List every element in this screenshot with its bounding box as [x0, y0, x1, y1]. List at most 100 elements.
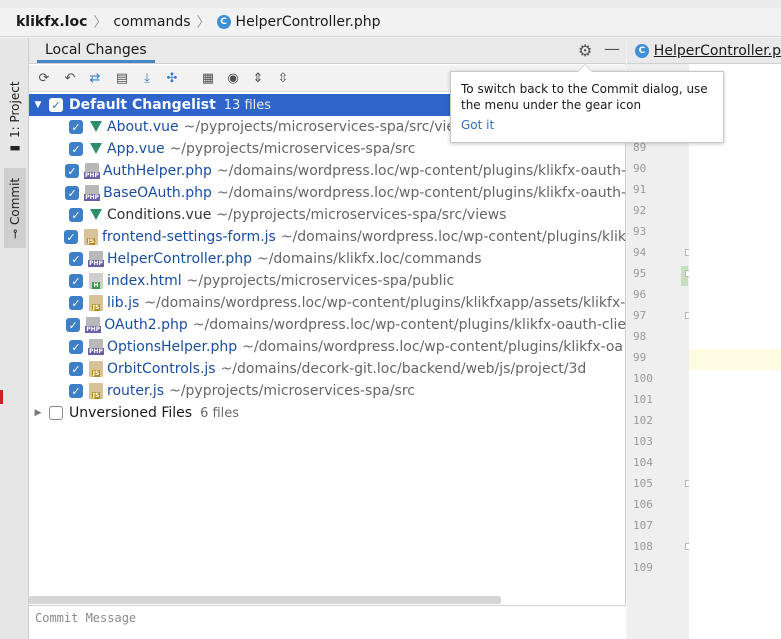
- expand-all-icon[interactable]: ⇕: [249, 70, 267, 88]
- file-row[interactable]: ✓ JS router.js ~/pyprojects/microservices-s…: [29, 380, 626, 402]
- file-checkbox[interactable]: ✓: [69, 384, 83, 398]
- line-number: 108: [633, 540, 653, 553]
- file-row[interactable]: ✓ PHP OAuth2.php ~/domains/wordpress.loc/wp…: [29, 314, 626, 336]
- file-row[interactable]: ✓ PHP HelperController.php ~/domains/klikfx…: [29, 248, 626, 270]
- file-name: router.js: [107, 383, 165, 399]
- line-number: 96: [633, 288, 647, 301]
- breadcrumb-folder[interactable]: commands: [113, 14, 190, 30]
- project-tab-label: 1: Project: [8, 81, 22, 139]
- file-path: ~/domains/klikfx.loc/commands: [256, 251, 482, 267]
- collapse-all-icon[interactable]: ⇳: [274, 70, 292, 88]
- html-file-icon: H: [89, 273, 103, 289]
- breadcrumb-file[interactable]: HelperController.php: [236, 14, 381, 30]
- file-path: ~/domains/wordpress.loc/wp-content/plugi…: [242, 339, 623, 355]
- file-path: ~/domains/wordpress.loc/wp-content/plugi…: [144, 295, 626, 311]
- move-changelist-icon[interactable]: ✣: [163, 70, 181, 88]
- line-number: 99: [633, 351, 647, 364]
- file-checkbox[interactable]: ✓: [69, 252, 83, 266]
- file-checkbox[interactable]: ✓: [64, 164, 79, 178]
- horizontal-scrollbar[interactable]: [29, 596, 501, 604]
- file-name: AuthHelper.php: [102, 163, 212, 179]
- error-marker: [0, 390, 3, 404]
- unversioned-count: 6 files: [200, 405, 240, 421]
- commit-message-field[interactable]: Commit Message: [29, 605, 626, 639]
- minimize-icon[interactable]: —: [604, 39, 620, 58]
- changelist-checkbox[interactable]: ✓: [49, 98, 63, 112]
- preview-eye-icon[interactable]: ◉: [224, 70, 242, 88]
- panel-header: Local Changes ⚙ —: [29, 38, 626, 64]
- left-tool-strip: ▬ 1: Project ⊸ Commit: [0, 38, 29, 639]
- editor-tab-label: HelperController.p: [653, 42, 781, 59]
- line-number: 101: [633, 393, 653, 406]
- file-name: BaseOAuth.php: [103, 185, 212, 201]
- changelist-count: 13 files: [223, 97, 272, 113]
- file-name: OAuth2.php: [104, 317, 188, 333]
- line-number: 103: [633, 435, 653, 448]
- breadcrumb-separator: 〉: [196, 15, 211, 31]
- file-checkbox[interactable]: ✓: [63, 230, 78, 244]
- tab-local-changes[interactable]: Local Changes: [37, 38, 155, 63]
- commit-tool-tab[interactable]: ⊸ Commit: [4, 168, 26, 248]
- file-row[interactable]: ✓ PHP AuthHelper.php ~/domains/wordpress.lo…: [29, 160, 626, 182]
- php-file-icon: PHP: [84, 163, 100, 179]
- file-name: OptionsHelper.php: [107, 339, 238, 355]
- group-by-icon[interactable]: ▦: [199, 70, 217, 88]
- file-row[interactable]: ✓ JS OrbitControls.js ~/domains/decork-git.…: [29, 358, 626, 380]
- file-path: ~/domains/wordpress.loc/wp-content/plugi…: [216, 163, 626, 179]
- file-row[interactable]: ✓ Hindex.html ~/pyprojects/microservices-s…: [29, 270, 626, 292]
- collapse-arrow-icon[interactable]: ▶: [33, 408, 43, 418]
- line-number: 100: [633, 372, 653, 385]
- php-class-icon: C: [216, 15, 231, 29]
- changelist-label: Default Changelist: [69, 97, 216, 113]
- got-it-link[interactable]: Got it: [461, 117, 713, 133]
- file-name: lib.js: [107, 295, 140, 311]
- file-row[interactable]: ✓ Conditions.vue ~/pyprojects/microservice…: [29, 204, 626, 226]
- file-row[interactable]: ✓ JS frontend-settings-form.js ~/domains/wo…: [29, 226, 626, 248]
- line-number: 109: [633, 561, 653, 574]
- menu-bar: [0, 0, 781, 8]
- breadcrumb-project[interactable]: klikfx.loc: [16, 14, 87, 30]
- file-checkbox[interactable]: ✓: [69, 362, 83, 376]
- file-checkbox[interactable]: ✓: [69, 340, 83, 354]
- file-checkbox[interactable]: ✓: [69, 142, 83, 156]
- php-file-icon: PHP: [88, 251, 104, 267]
- file-checkbox[interactable]: ✓: [65, 186, 80, 200]
- js-file-icon: JS: [89, 295, 103, 311]
- file-name: App.vue: [107, 141, 165, 157]
- refresh-icon[interactable]: ⟳: [35, 70, 53, 88]
- file-path: ~/pyprojects/microservices-spa/public: [186, 273, 455, 289]
- code-area[interactable]: [689, 64, 781, 639]
- project-tool-tab[interactable]: ▬ 1: Project: [4, 80, 26, 158]
- editor-tab[interactable]: C HelperController.p: [627, 38, 781, 64]
- file-checkbox[interactable]: ✓: [69, 120, 83, 134]
- gear-icon[interactable]: ⚙: [578, 41, 592, 60]
- rollback-icon[interactable]: ↶: [61, 70, 79, 88]
- vue-file-icon: [89, 207, 103, 223]
- unversioned-row[interactable]: ▶ Unversioned Files 6 files: [29, 402, 626, 424]
- line-number: 92: [633, 204, 647, 217]
- vue-file-icon: [89, 119, 103, 135]
- file-name: OrbitControls.js: [107, 361, 216, 377]
- php-class-icon: C: [635, 43, 649, 58]
- js-file-icon: JS: [89, 383, 103, 399]
- line-number: 93: [633, 225, 647, 238]
- vue-file-icon: [89, 141, 103, 157]
- expand-arrow-icon[interactable]: ▼: [33, 100, 43, 110]
- file-checkbox[interactable]: ✓: [69, 274, 83, 288]
- shelve-icon[interactable]: ▤: [113, 70, 131, 88]
- file-checkbox[interactable]: ✓: [66, 318, 81, 332]
- show-diff-icon[interactable]: ⇄: [86, 70, 104, 88]
- file-name: About.vue: [107, 119, 179, 135]
- file-row[interactable]: ✓ JS lib.js ~/domains/wordpress.loc/wp-cont…: [29, 292, 626, 314]
- file-path: ~/domains/wordpress.loc/wp-content/plugi…: [192, 317, 626, 333]
- line-number: 102: [633, 414, 653, 427]
- file-row[interactable]: ✓ PHP BaseOAuth.php ~/domains/wordpress.loc…: [29, 182, 626, 204]
- folder-icon: ▬: [8, 142, 22, 157]
- file-checkbox[interactable]: ✓: [69, 296, 83, 310]
- file-checkbox[interactable]: ✓: [69, 208, 83, 222]
- caret-line: [689, 349, 781, 370]
- file-row[interactable]: ✓ PHP OptionsHelper.php ~/domains/wordpress…: [29, 336, 626, 358]
- line-number: 94: [633, 246, 647, 259]
- update-icon[interactable]: ⤓: [138, 70, 156, 88]
- unversioned-checkbox[interactable]: [49, 406, 63, 420]
